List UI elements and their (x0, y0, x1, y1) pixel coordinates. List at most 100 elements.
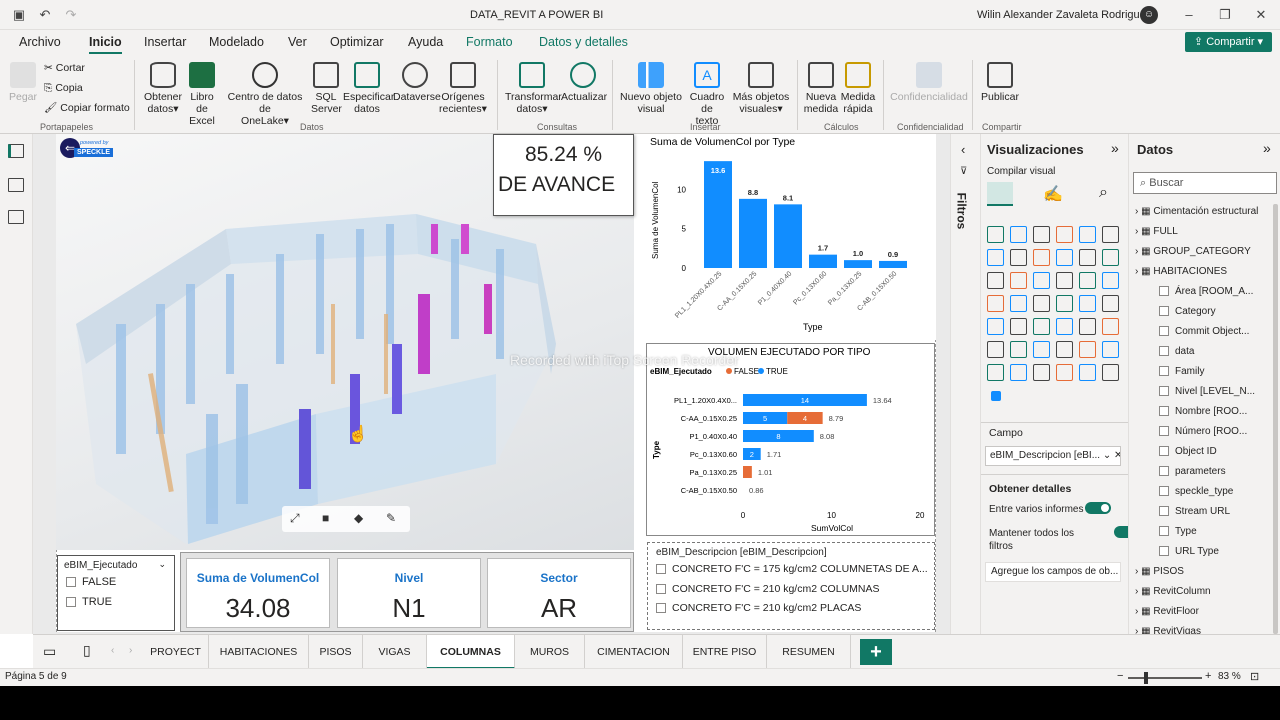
visual-type-icon[interactable] (1010, 226, 1027, 243)
page-tab-proyect[interactable]: PROYECT (143, 635, 209, 669)
copy-button[interactable]: ⎘ Copia (44, 82, 83, 94)
visual-type-icon[interactable] (1010, 364, 1027, 381)
publish-button[interactable]: Publicar (980, 62, 1020, 103)
tab-inicio[interactable]: Inicio (89, 35, 122, 54)
checkbox[interactable] (1159, 526, 1169, 537)
table-view-icon[interactable] (8, 178, 24, 192)
checkbox[interactable] (1159, 346, 1169, 357)
visual-type-icon[interactable] (1010, 272, 1027, 289)
progress-card[interactable]: 85.24 % DE AVANCE (493, 134, 634, 216)
build-visual-tab[interactable] (987, 182, 1013, 206)
visual-type-icon[interactable] (987, 364, 1004, 381)
visual-type-icon[interactable] (1033, 272, 1050, 289)
visual-type-icon[interactable] (1010, 341, 1027, 358)
desktop-layout-icon[interactable]: ▭ (43, 643, 56, 660)
tab-ver[interactable]: Ver (288, 35, 307, 49)
kpi-nivel[interactable]: Nivel N1 (337, 558, 481, 628)
visual-type-icon[interactable] (1033, 295, 1050, 312)
visual-type-icon[interactable] (1033, 318, 1050, 335)
field-item[interactable]: speckle_type (1135, 482, 1280, 502)
visual-type-icon[interactable] (1102, 272, 1119, 289)
visual-type-icon[interactable] (1079, 295, 1096, 312)
excel-button[interactable]: Libro de Excel (184, 62, 220, 127)
new-visual-button[interactable]: Nuevo objeto visual (620, 62, 682, 115)
table-item[interactable]: › ▦ RevitColumn (1135, 582, 1280, 602)
visual-type-icon[interactable] (1079, 249, 1096, 266)
field-item[interactable]: URL Type (1135, 542, 1280, 562)
slicer-descripcion[interactable]: eBIM_Descripcion [eBIM_Descripcion] CONC… (647, 542, 935, 630)
expand-icon[interactable]: » (1263, 140, 1271, 156)
checkbox[interactable] (1159, 306, 1169, 317)
visual-type-icon[interactable] (1033, 364, 1050, 381)
visual-type-icon[interactable] (987, 226, 1004, 243)
chart1-bar[interactable] (809, 254, 837, 268)
chart1-bar[interactable] (879, 260, 907, 268)
field-item[interactable]: Área [ROOM_A... (1135, 282, 1280, 302)
chevron-right-icon[interactable]: › (129, 645, 132, 656)
field-item[interactable]: Object ID (1135, 442, 1280, 462)
tab-insertar[interactable]: Insertar (144, 35, 186, 49)
redo-icon[interactable]: ↷ (62, 6, 80, 24)
format-visual-icon[interactable]: ✍ (1043, 184, 1063, 204)
checkbox[interactable] (656, 603, 666, 614)
remove-icon[interactable]: ✕ (1114, 450, 1120, 461)
visual-type-icon[interactable] (1079, 272, 1096, 289)
tab-archivo[interactable]: Archivo (19, 35, 61, 49)
search-input[interactable]: ⌕ Buscar (1133, 172, 1277, 194)
visual-type-icon[interactable] (1056, 364, 1073, 381)
chevron-down-icon[interactable]: ⌄ (1103, 450, 1111, 461)
cube-icon[interactable]: ◆ (354, 511, 363, 525)
visual-type-icon[interactable] (1102, 249, 1119, 266)
visual-type-icon[interactable] (1033, 341, 1050, 358)
chevron-left-icon[interactable]: ‹ (961, 142, 965, 157)
visual-type-icon[interactable] (987, 249, 1004, 266)
field-item[interactable]: Commit Object... (1135, 322, 1280, 342)
textbox-button[interactable]: A Cuadro de texto (684, 62, 730, 127)
table-item[interactable]: › ▦ RevitFloor (1135, 602, 1280, 622)
visual-type-icon[interactable] (1079, 226, 1096, 243)
chevron-down-icon[interactable]: ⌄ (158, 559, 166, 570)
table-item[interactable]: › ▦ PISOS (1135, 562, 1280, 582)
visual-type-icon[interactable] (1079, 364, 1096, 381)
visual-type-icon[interactable] (1010, 318, 1027, 335)
slicer-ejecutado[interactable]: eBIM_Ejecutado ⌄ FALSE TRUE (57, 555, 175, 631)
maximize-icon[interactable]: ❐ (1216, 6, 1234, 24)
table-item[interactable]: › ▦ HABITACIONES (1135, 262, 1280, 282)
fullscreen-icon[interactable]: ⤢ (290, 511, 300, 526)
scrollbar[interactable] (1273, 204, 1278, 634)
field-item[interactable]: Stream URL (1135, 502, 1280, 522)
filters-pane-collapsed[interactable]: ‹ ⊽ Filtros (950, 134, 980, 634)
slicer-descripcion-option[interactable]: CONCRETO F'C = 175 kg/cm2 COLUMNETAS DE … (656, 563, 928, 575)
visual-type-icon[interactable] (1056, 226, 1073, 243)
table-item[interactable]: › ▦ Cimentación estructural (1135, 202, 1280, 222)
slicer-option-true[interactable]: TRUE (66, 596, 112, 608)
add-page-button[interactable]: + (860, 639, 892, 665)
visual-type-icon[interactable] (987, 318, 1004, 335)
slicer-descripcion-option[interactable]: CONCRETO F'C = 210 kg/cm2 PLACAS (656, 602, 861, 614)
checkbox[interactable] (1159, 406, 1169, 417)
recent-sources-button[interactable]: Orígenes recientes▾ (439, 62, 487, 115)
undo-icon[interactable]: ↶ (36, 6, 54, 24)
visual-type-icon[interactable] (1056, 249, 1073, 266)
page-tab-vigas[interactable]: VIGAS (363, 635, 427, 669)
more-visuals-button[interactable]: Más objetos visuales▾ (732, 62, 790, 115)
visual-type-icon[interactable] (1056, 272, 1073, 289)
visual-type-icon[interactable] (1056, 341, 1073, 358)
field-item[interactable]: Número [ROO... (1135, 422, 1280, 442)
onelake-button[interactable]: Centro de datos de OneLake▾ (222, 62, 308, 127)
checkbox[interactable] (1159, 546, 1169, 557)
checkbox[interactable] (1159, 426, 1169, 437)
save-icon[interactable]: ▣ (10, 6, 28, 24)
page-tab-resumen[interactable]: RESUMEN (767, 635, 851, 669)
camera-icon[interactable]: ■ (322, 511, 329, 525)
mobile-layout-icon[interactable]: ▯ (83, 642, 91, 659)
checkbox[interactable] (656, 584, 666, 595)
visual-type-icon[interactable] (1079, 341, 1096, 358)
zoom-slider-handle[interactable] (1144, 672, 1148, 684)
checkbox[interactable] (66, 597, 76, 608)
checkbox[interactable] (1159, 466, 1169, 477)
field-item[interactable]: parameters (1135, 462, 1280, 482)
cut-button[interactable]: ✂ Cortar (44, 62, 85, 74)
visual-type-icon[interactable] (1102, 226, 1119, 243)
visual-type-icon[interactable] (1010, 249, 1027, 266)
